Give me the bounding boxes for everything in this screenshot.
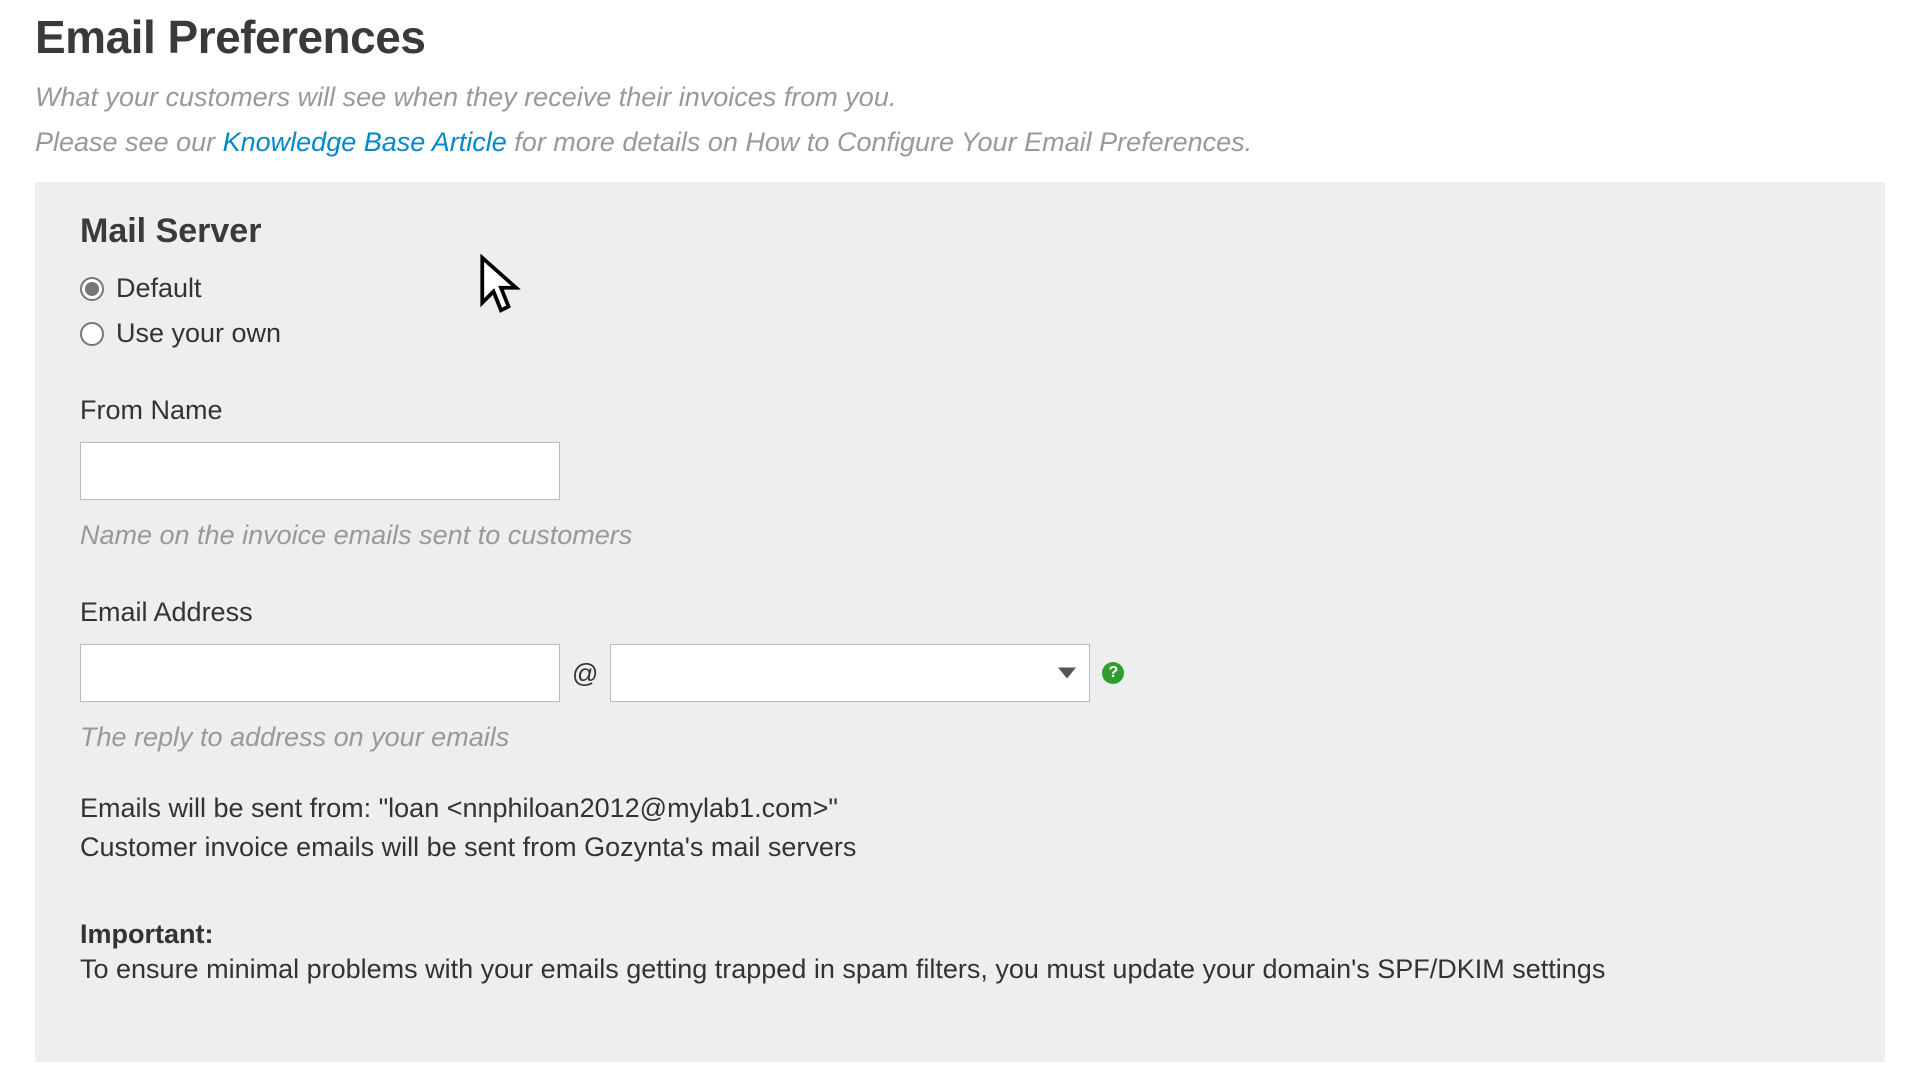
mail-server-heading: Mail Server <box>80 212 1840 251</box>
from-name-help: Name on the invoice emails sent to custo… <box>80 520 1840 551</box>
radio-icon <box>80 277 104 301</box>
radio-default-label: Default <box>116 273 202 304</box>
page-subtitle: What your customers will see when they r… <box>35 82 1885 113</box>
from-name-input[interactable] <box>80 442 560 500</box>
settings-panel: Mail Server Default Use your own From Na… <box>35 182 1885 1062</box>
important-text: To ensure minimal problems with your ema… <box>80 950 1840 989</box>
important-label: Important: <box>80 919 1840 950</box>
radio-default[interactable]: Default <box>80 273 1840 304</box>
email-address-label: Email Address <box>80 597 1840 628</box>
page-title: Email Preferences <box>35 10 1885 64</box>
kb-suffix: for more details on How to Configure You… <box>507 127 1252 157</box>
kb-prefix: Please see our <box>35 127 223 157</box>
radio-icon <box>80 322 104 346</box>
email-domain-select[interactable] <box>610 644 1090 702</box>
at-symbol: @ <box>572 658 598 689</box>
kb-line: Please see our Knowledge Base Article fo… <box>35 127 1885 158</box>
kb-article-link[interactable]: Knowledge Base Article <box>223 127 507 157</box>
radio-use-own-label: Use your own <box>116 318 281 349</box>
from-name-label: From Name <box>80 395 1840 426</box>
server-note-text: Customer invoice emails will be sent fro… <box>80 828 1840 867</box>
email-address-help: The reply to address on your emails <box>80 722 1840 753</box>
sent-from-text: Emails will be sent from: "loan <nnphilo… <box>80 789 1840 828</box>
radio-use-own[interactable]: Use your own <box>80 318 1840 349</box>
help-icon[interactable]: ? <box>1102 662 1124 684</box>
email-local-input[interactable] <box>80 644 560 702</box>
